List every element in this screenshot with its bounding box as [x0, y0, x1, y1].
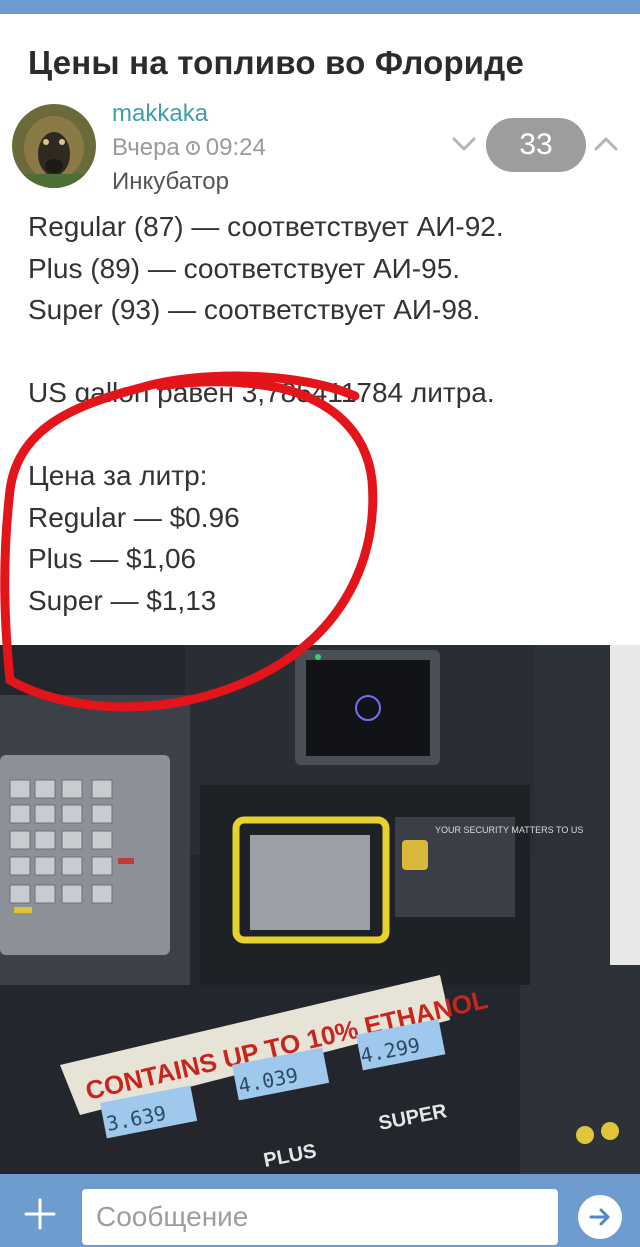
avatar[interactable]	[12, 104, 96, 188]
baboon-avatar-image	[12, 104, 96, 188]
post-photo-gas-pump[interactable]: YOUR SECURITY MATTERS TO US CONTAINS UP …	[0, 645, 640, 1174]
body-line: Regular (87) — соответствует АИ-92.	[28, 211, 504, 242]
top-app-bar	[0, 0, 640, 14]
send-arrow-icon	[589, 1208, 610, 1226]
body-line: Plus (89) — соответствует АИ-95.	[28, 252, 461, 284]
upvote-chevron-icon[interactable]	[592, 130, 620, 158]
author-name[interactable]: makkaka	[112, 100, 208, 128]
send-button[interactable]	[578, 1195, 622, 1239]
security-label: YOUR SECURITY MATTERS TO US	[435, 825, 583, 835]
rating-score: 33	[486, 118, 586, 172]
community-name[interactable]: Инкубатор	[112, 168, 229, 196]
post-title: Цены на топливо во Флориде	[28, 44, 524, 81]
post-timestamp: Вчера 09:24	[112, 134, 266, 162]
body-line: Super (93) — соответствует АИ-98.	[28, 294, 481, 325]
body-line: Цена за литр:	[28, 460, 208, 491]
body-line	[28, 331, 628, 373]
body-line	[28, 414, 628, 456]
clock-icon	[185, 141, 200, 155]
attach-plus-icon[interactable]	[22, 1196, 58, 1232]
body-line: US gallon равен 3,785411784 литра.	[28, 377, 495, 408]
timestamp-time: 09:24	[205, 134, 266, 161]
gas-pump-illustration: YOUR SECURITY MATTERS TO US CONTAINS UP …	[0, 645, 640, 1174]
post-body: Regular (87) — соответствует АИ-92. Plus…	[28, 206, 628, 621]
body-line: Super — $1,13	[28, 584, 217, 616]
downvote-chevron-icon[interactable]	[450, 130, 478, 158]
body-line: Regular — $0.96	[28, 501, 240, 533]
timestamp-day: Вчера	[112, 134, 180, 161]
message-input[interactable]	[82, 1189, 558, 1245]
body-line: Plus — $1,06	[28, 543, 197, 574]
